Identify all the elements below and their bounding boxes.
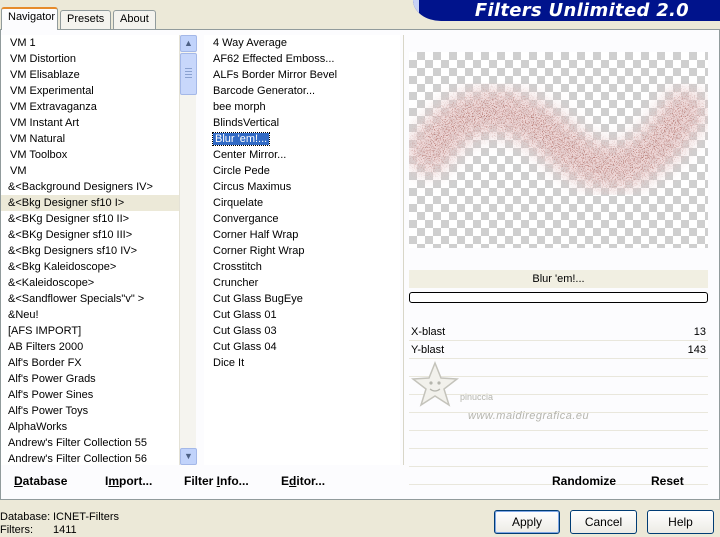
param-empty-row bbox=[409, 431, 708, 449]
filters-count-value: 1411 bbox=[53, 524, 77, 536]
category-item[interactable]: &<Kaleidoscope> bbox=[1, 275, 179, 291]
category-item[interactable]: &<BKg Designer sf10 III> bbox=[1, 227, 179, 243]
scroll-thumb[interactable] bbox=[180, 53, 197, 95]
filter-item[interactable]: Blur 'em!... bbox=[204, 131, 400, 147]
selected-filter-label: Blur 'em!... bbox=[211, 132, 271, 146]
randomize-button[interactable]: Randomize bbox=[552, 474, 616, 488]
apply-button[interactable]: Apply bbox=[494, 510, 560, 534]
filter-item[interactable]: Crosstitch bbox=[204, 259, 400, 275]
category-item[interactable]: Andrew's Filter Collection 55 bbox=[1, 435, 179, 451]
help-button[interactable]: Help bbox=[647, 510, 714, 534]
filter-item[interactable]: Center Mirror... bbox=[204, 147, 400, 163]
category-item[interactable]: Alf's Power Sines bbox=[1, 387, 179, 403]
selected-filter-name: Blur 'em!... bbox=[409, 270, 708, 288]
filter-item[interactable]: Circus Maximus bbox=[204, 179, 400, 195]
category-item[interactable]: &<BKg Designer sf10 II> bbox=[1, 211, 179, 227]
database-label: Database: bbox=[0, 511, 51, 523]
tab-presets[interactable]: Presets bbox=[60, 10, 111, 29]
category-item[interactable]: &<Bkg Designers sf10 IV> bbox=[1, 243, 179, 259]
category-item[interactable]: VM bbox=[1, 163, 179, 179]
param-value: 143 bbox=[687, 344, 706, 356]
category-scrollbar[interactable]: ▲ ▼ bbox=[179, 35, 197, 465]
progress-bar bbox=[409, 292, 708, 303]
filter-item[interactable]: Barcode Generator... bbox=[204, 83, 400, 99]
filter-item[interactable]: Cut Glass 01 bbox=[204, 307, 400, 323]
category-item[interactable]: Andrew's Filter Collection 56 bbox=[1, 451, 179, 465]
param-value: 13 bbox=[693, 326, 706, 338]
filter-item[interactable]: Dice It bbox=[204, 355, 400, 371]
category-list[interactable]: VM 1 VM Distortion VM Elisablaze VM Experim… bbox=[1, 35, 179, 465]
tab-about[interactable]: About bbox=[113, 10, 156, 29]
category-item[interactable]: Alf's Border FX bbox=[1, 355, 179, 371]
category-item[interactable]: [AFS IMPORT] bbox=[1, 323, 179, 339]
filter-item[interactable]: Corner Right Wrap bbox=[204, 243, 400, 259]
filters-count-label: Filters: bbox=[0, 524, 33, 536]
watermark-star-icon bbox=[410, 360, 460, 407]
preview-image bbox=[409, 52, 708, 248]
watermark-name: pinuccia bbox=[460, 392, 494, 402]
database-value: ICNET-Filters bbox=[53, 511, 119, 523]
tab-bar: Navigator Presets About bbox=[0, 0, 420, 30]
filter-item[interactable]: Cut Glass BugEye bbox=[204, 291, 400, 307]
param-y-blast[interactable]: Y-blast 143 bbox=[409, 341, 708, 359]
category-item[interactable]: VM 1 bbox=[1, 35, 179, 51]
category-item[interactable]: Alf's Power Toys bbox=[1, 403, 179, 419]
app-title: Filters Unlimited 2.0 bbox=[474, 0, 689, 21]
filter-item[interactable]: BlindsVertical bbox=[204, 115, 400, 131]
category-item[interactable]: &<Background Designers IV> bbox=[1, 179, 179, 195]
category-item[interactable]: VM Extravaganza bbox=[1, 99, 179, 115]
filter-item[interactable]: Corner Half Wrap bbox=[204, 227, 400, 243]
param-label: Y-blast bbox=[411, 344, 445, 356]
category-item[interactable]: VM Elisablaze bbox=[1, 67, 179, 83]
category-item[interactable]: VM Instant Art bbox=[1, 115, 179, 131]
filter-item[interactable]: AF62 Effected Emboss... bbox=[204, 51, 400, 67]
filter-item[interactable]: 4 Way Average bbox=[204, 35, 400, 51]
filter-info-button[interactable]: Filter Info... bbox=[184, 474, 249, 488]
category-item[interactable]: &<Bkg Kaleidoscope> bbox=[1, 259, 179, 275]
scroll-down-button[interactable]: ▼ bbox=[180, 448, 197, 465]
category-item[interactable]: &Neu! bbox=[1, 307, 179, 323]
category-item[interactable]: VM Experimental bbox=[1, 83, 179, 99]
param-x-blast[interactable]: X-blast 13 bbox=[409, 323, 708, 341]
reset-button[interactable]: Reset bbox=[651, 474, 684, 488]
divider bbox=[403, 35, 404, 465]
title-banner: Filters Unlimited 2.0 bbox=[413, 0, 720, 21]
category-item[interactable]: VM Distortion bbox=[1, 51, 179, 67]
category-item[interactable]: AlphaWorks bbox=[1, 419, 179, 435]
watermark-url: www.maidiregrafica.eu bbox=[468, 410, 590, 422]
import-button[interactable]: Import... bbox=[105, 474, 152, 488]
param-label: X-blast bbox=[411, 326, 446, 338]
category-item[interactable]: &<Sandflower Specials"v" > bbox=[1, 291, 179, 307]
category-item[interactable]: VM Toolbox bbox=[1, 147, 179, 163]
filter-item[interactable]: Cut Glass 04 bbox=[204, 339, 400, 355]
category-item[interactable]: &<Bkg Designer sf10 I> bbox=[1, 195, 179, 211]
filter-item[interactable]: Convergance bbox=[204, 211, 400, 227]
filter-list[interactable]: 4 Way Average AF62 Effected Emboss... ALFs… bbox=[204, 35, 400, 465]
editor-button[interactable]: Editor... bbox=[281, 474, 325, 488]
filter-item[interactable]: ALFs Border Mirror Bevel bbox=[204, 67, 400, 83]
database-button[interactable]: Database bbox=[14, 474, 67, 488]
scroll-up-button[interactable]: ▲ bbox=[180, 35, 197, 52]
param-empty-row bbox=[409, 449, 708, 467]
cancel-button[interactable]: Cancel bbox=[570, 510, 637, 534]
category-item[interactable]: VM Natural bbox=[1, 131, 179, 147]
filter-item[interactable]: Cirquelate bbox=[204, 195, 400, 211]
tab-navigator[interactable]: Navigator bbox=[1, 7, 58, 30]
category-item[interactable]: AB Filters 2000 bbox=[1, 339, 179, 355]
filter-item[interactable]: Circle Pede bbox=[204, 163, 400, 179]
filter-item[interactable]: Cruncher bbox=[204, 275, 400, 291]
filter-item[interactable]: bee morph bbox=[204, 99, 400, 115]
filter-item[interactable]: Cut Glass 03 bbox=[204, 323, 400, 339]
category-item[interactable]: Alf's Power Grads bbox=[1, 371, 179, 387]
